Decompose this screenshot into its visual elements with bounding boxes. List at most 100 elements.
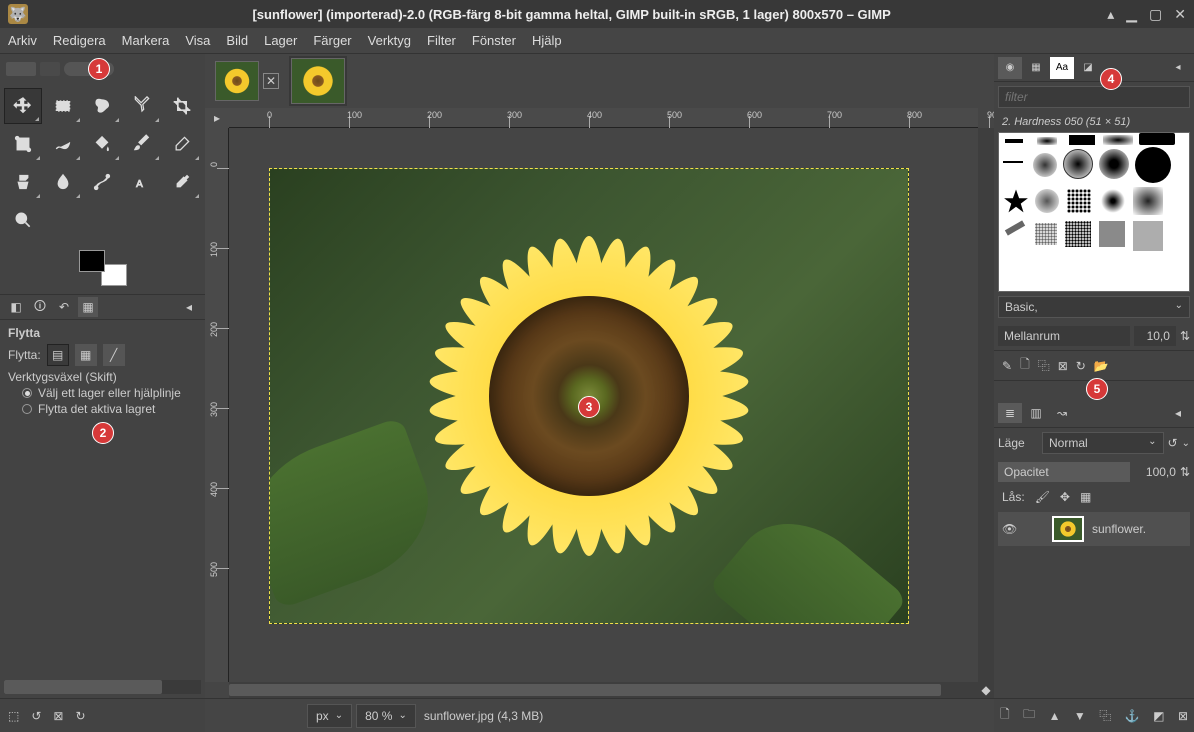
canvas-scrollbar-horizontal[interactable] <box>229 682 978 698</box>
brush-preset-dropdown[interactable]: Basic,⌄ <box>998 296 1190 318</box>
tab-device-status[interactable]: 🛈 <box>30 297 50 317</box>
left-scrollbar[interactable] <box>4 680 201 694</box>
foreground-color[interactable] <box>79 250 105 272</box>
zoom-dropdown[interactable]: 80 %⌄ <box>356 704 416 728</box>
refresh-brush-icon[interactable]: ↻ <box>1076 359 1086 373</box>
restore-options-icon[interactable]: ↺ <box>31 709 41 723</box>
edit-brush-icon[interactable]: ✎ <box>1002 359 1012 373</box>
menu-visa[interactable]: Visa <box>185 33 210 48</box>
menu-bild[interactable]: Bild <box>226 33 248 48</box>
menu-filter[interactable]: Filter <box>427 33 456 48</box>
spacing-value[interactable]: 10,0 <box>1134 326 1176 346</box>
tab-brushes[interactable]: ◉ <box>998 57 1022 79</box>
brush-filter-input[interactable] <box>998 86 1190 108</box>
tool-color-picker[interactable] <box>163 164 201 200</box>
reset-options-icon[interactable]: ↻ <box>75 709 85 723</box>
merge-down-icon[interactable]: ⚓ <box>1125 709 1140 723</box>
color-swatch[interactable] <box>79 250 127 286</box>
tool-fuzzy-select[interactable] <box>123 88 161 124</box>
canvas-nav-icon[interactable]: ◆ <box>978 682 994 698</box>
tab-channels[interactable]: ▥ <box>1024 403 1048 423</box>
tool-smudge[interactable] <box>44 164 82 200</box>
delete-layer-icon[interactable]: ⊠ <box>1178 709 1188 723</box>
duplicate-layer-icon[interactable]: ⿻ <box>1099 707 1111 724</box>
mode-dropdown[interactable]: Normal⌄ <box>1042 432 1164 454</box>
unit-dropdown[interactable]: px⌄ <box>307 704 352 728</box>
tool-free-select[interactable] <box>84 88 122 124</box>
layer-up-icon[interactable]: ▲ <box>1049 709 1061 723</box>
brush-grid[interactable] <box>998 132 1190 292</box>
menu-lager[interactable]: Lager <box>264 33 297 48</box>
layer-name[interactable]: sunflower. <box>1092 522 1146 536</box>
lock-alpha-icon[interactable]: ▦ <box>1080 490 1091 504</box>
tab-patterns[interactable]: ▦ <box>1024 57 1048 79</box>
window-maximize-icon[interactable]: ▢ <box>1149 6 1162 23</box>
lock-label: Lås: <box>1002 490 1025 504</box>
tab-layers[interactable]: ≣ <box>998 403 1022 423</box>
tab-document-history[interactable]: ◪ <box>1076 57 1100 79</box>
ruler-horizontal[interactable]: 0100200300400500600700800900 <box>229 108 978 128</box>
spacing-stepper[interactable]: ⇅ <box>1180 329 1190 343</box>
lock-position-icon[interactable]: ✥ <box>1060 490 1070 504</box>
tool-unified-transform[interactable] <box>4 126 42 162</box>
new-brush-icon[interactable]: 🗋 <box>1020 355 1030 376</box>
close-tab-icon[interactable]: ✕ <box>263 73 279 89</box>
opacity-stepper[interactable]: ⇅ <box>1180 465 1190 479</box>
radio-move-active[interactable]: Flytta det aktiva lagret <box>22 402 197 416</box>
move-mode-path[interactable]: ╱ <box>103 344 125 366</box>
tool-clone[interactable] <box>4 164 42 200</box>
tool-crop[interactable] <box>163 88 201 124</box>
tab-undo-history[interactable]: ↶ <box>54 297 74 317</box>
tab-fonts[interactable]: Aa <box>1050 57 1074 79</box>
menu-verktyg[interactable]: Verktyg <box>368 33 411 48</box>
tool-eraser[interactable] <box>163 126 201 162</box>
tool-move[interactable] <box>4 88 42 124</box>
mask-icon[interactable]: ◩ <box>1153 709 1164 723</box>
new-layer-icon[interactable]: 🗋 <box>1000 705 1010 726</box>
tab-tool-options[interactable]: ◧ <box>6 297 26 317</box>
tool-text[interactable]: A <box>123 164 161 200</box>
menu-hjalp[interactable]: Hjälp <box>532 33 562 48</box>
tool-rect-select[interactable] <box>44 88 82 124</box>
delete-brush-icon[interactable]: ⊠ <box>1058 359 1068 373</box>
panel-menu-icon[interactable]: ◂ <box>1166 403 1190 423</box>
tab-paths[interactable]: ↝ <box>1050 403 1074 423</box>
ruler-corner[interactable]: ▸ <box>205 108 229 128</box>
tab-images[interactable]: ▦ <box>78 297 98 317</box>
canvas-viewport[interactable] <box>229 128 978 682</box>
menu-farger[interactable]: Färger <box>313 33 351 48</box>
ruler-vertical[interactable]: 0100200300400500 <box>205 128 229 682</box>
menu-arkiv[interactable]: Arkiv <box>8 33 37 48</box>
panel-menu-icon[interactable]: ◂ <box>1166 57 1190 79</box>
opacity-value[interactable]: 100,0 <box>1134 462 1176 482</box>
layer-visibility-icon[interactable]: 👁 <box>1002 522 1020 536</box>
tool-bucket-fill[interactable] <box>84 126 122 162</box>
radio-pick-layer[interactable]: Välj ett lager eller hjälplinje <box>22 386 197 400</box>
menu-redigera[interactable]: Redigera <box>53 33 106 48</box>
tool-paths[interactable] <box>84 164 122 200</box>
tool-warp[interactable] <box>44 126 82 162</box>
menu-markera[interactable]: Markera <box>122 33 170 48</box>
move-mode-selection[interactable]: ▦ <box>75 344 97 366</box>
delete-options-icon[interactable]: ⊠ <box>53 709 63 723</box>
layer-thumbnail[interactable] <box>1052 516 1084 542</box>
move-mode-layer[interactable]: ▤ <box>47 344 69 366</box>
layer-down-icon[interactable]: ▼ <box>1074 709 1086 723</box>
window-minimize-icon[interactable]: ▁ <box>1126 6 1137 23</box>
lock-pixels-icon[interactable]: 🖌 <box>1035 490 1050 504</box>
image-tab-2[interactable] <box>289 56 347 106</box>
duplicate-brush-icon[interactable]: ⿻ <box>1038 357 1050 374</box>
save-options-icon[interactable]: ⬚ <box>8 709 19 723</box>
window-keep-above-icon[interactable]: ▴ <box>1107 6 1114 23</box>
open-brush-icon[interactable]: 📂 <box>1094 359 1109 373</box>
menu-fonster[interactable]: Fönster <box>472 33 516 48</box>
canvas-scrollbar-vertical[interactable] <box>978 128 994 682</box>
tool-paintbrush[interactable] <box>123 126 161 162</box>
image-tab-1[interactable]: ✕ <box>213 59 281 103</box>
layer-group-icon[interactable]: 🗀 <box>1023 705 1035 726</box>
panel-menu-icon[interactable]: ◂ <box>179 297 199 317</box>
layer-item[interactable]: 👁 sunflower. <box>998 512 1190 546</box>
tool-zoom[interactable] <box>4 202 42 238</box>
mode-reset-icon[interactable]: ↺ <box>1168 436 1178 450</box>
window-close-icon[interactable]: ✕ <box>1174 6 1186 23</box>
